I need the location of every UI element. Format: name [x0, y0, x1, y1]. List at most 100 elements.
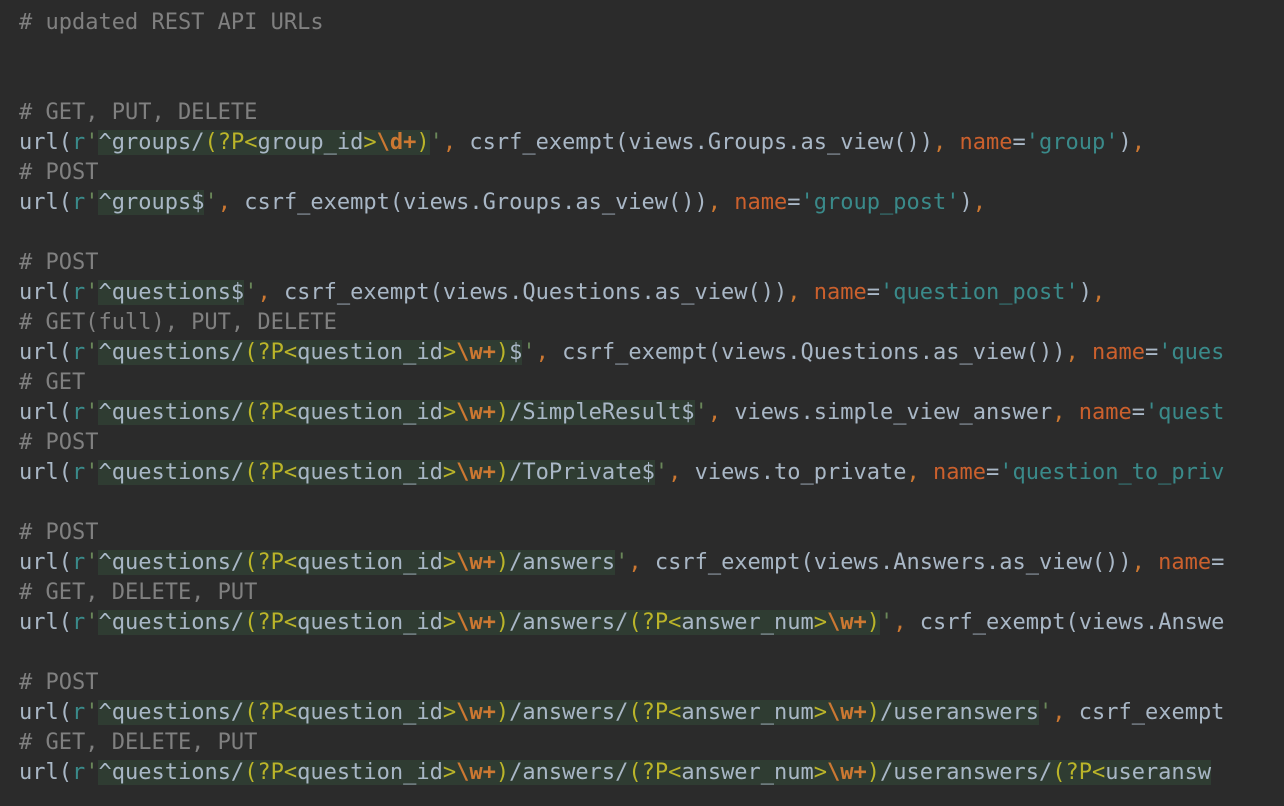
- code-token: =: [866, 280, 880, 305]
- code-line: url(r'^questions/(?P<question_id>\w+)/an…: [19, 698, 1284, 728]
- code-token: r: [71, 280, 86, 305]
- code-token: # GET, DELETE, PUT: [19, 580, 258, 605]
- code-token: ,: [442, 130, 470, 155]
- code-token: 'quest: [1144, 400, 1225, 425]
- code-token: url(: [19, 700, 72, 725]
- code-token: question_id: [297, 610, 443, 635]
- code-token: r: [71, 550, 86, 575]
- code-token: ): [495, 400, 510, 425]
- code-token: ': [880, 610, 894, 635]
- code-token: ^questions$: [98, 280, 245, 305]
- code-token: r: [71, 760, 86, 785]
- code-token: name: [813, 280, 867, 305]
- code-line: # POST: [19, 518, 1284, 548]
- code-line: # updated REST API URLs: [19, 8, 1284, 38]
- code-token: csrf_exempt(views.Groups.as_view()): [469, 130, 933, 155]
- code-token: \w+: [456, 460, 496, 485]
- code-token: ,: [893, 610, 920, 635]
- code-token: ,: [707, 400, 735, 425]
- code-token: csrf_exempt(views.Answe: [919, 610, 1225, 635]
- code-token: name: [1078, 400, 1132, 425]
- code-token: # POST: [19, 520, 99, 545]
- code-token: \w+: [827, 760, 867, 785]
- code-token: >: [363, 130, 377, 155]
- code-token: csrf_exempt(views.Questions.as_view()): [562, 340, 1066, 365]
- code-token: (?P<: [244, 460, 298, 485]
- code-token: ': [85, 130, 99, 155]
- code-token: ^questions/: [98, 550, 245, 575]
- code-token: >: [442, 340, 457, 365]
- code-editor[interactable]: # updated REST API URLs # GET, PUT, DELET…: [19, 8, 1284, 788]
- code-token: ,: [1091, 280, 1106, 305]
- code-token: ': [85, 700, 99, 725]
- code-token: ^groups$: [98, 190, 205, 215]
- code-token: ): [495, 340, 510, 365]
- code-token: ': [204, 190, 218, 215]
- code-token: url(: [19, 280, 72, 305]
- code-token: question_id: [297, 760, 443, 785]
- code-token: 'question_to_priv: [999, 460, 1225, 485]
- code-token: # GET, DELETE, PUT: [19, 730, 258, 755]
- code-token: name: [1091, 340, 1145, 365]
- code-token: ': [85, 280, 99, 305]
- code-token: # POST: [19, 670, 99, 695]
- code-token: ^questions/: [98, 340, 245, 365]
- code-token: (?P<: [244, 700, 298, 725]
- code-token: r: [71, 460, 86, 485]
- code-token: \d+: [376, 130, 417, 155]
- code-token: =: [985, 460, 1000, 485]
- code-token: >: [442, 610, 457, 635]
- code-token: url(: [19, 340, 72, 365]
- code-token: r: [71, 340, 86, 365]
- code-token: # updated REST API URLs: [19, 10, 324, 35]
- code-token: >: [813, 760, 828, 785]
- code-token: ': [85, 460, 99, 485]
- code-token: question_id: [297, 400, 443, 425]
- code-token: ,: [906, 460, 933, 485]
- code-token: # GET(full), PUT, DELETE: [19, 310, 337, 335]
- code-token: \w+: [827, 610, 867, 635]
- code-token: ^questions/: [98, 760, 245, 785]
- code-token: url(: [19, 760, 72, 785]
- code-line: url(r'^questions/(?P<question_id>\w+)/an…: [19, 608, 1284, 638]
- code-token: (?P<: [244, 760, 298, 785]
- code-line: url(r'^questions$', csrf_exempt(views.Qu…: [19, 278, 1284, 308]
- code-token: ': [1038, 700, 1053, 725]
- code-token: (?P<: [628, 760, 682, 785]
- code-token: url(: [19, 550, 72, 575]
- code-token: ): [1118, 130, 1132, 155]
- code-token: (?P<: [244, 400, 298, 425]
- code-token: question_id: [297, 460, 443, 485]
- code-token: >: [813, 610, 828, 635]
- code-token: (?P<: [244, 550, 298, 575]
- code-token: ': [85, 400, 99, 425]
- code-token: url(: [19, 130, 72, 155]
- code-token: # POST: [19, 160, 99, 185]
- code-token: >: [442, 400, 457, 425]
- code-token: csrf_exempt(views.Groups.as_view()): [244, 190, 708, 215]
- code-line: # POST: [19, 668, 1284, 698]
- code-token: >: [813, 700, 828, 725]
- code-token: ': [85, 550, 99, 575]
- code-token: answer_num: [681, 700, 814, 725]
- code-token: r: [71, 400, 86, 425]
- code-token: name: [1158, 550, 1212, 575]
- code-token: ': [615, 550, 629, 575]
- code-token: =: [1144, 340, 1159, 365]
- code-token: ): [495, 610, 510, 635]
- code-token: # POST: [19, 250, 99, 275]
- code-token: ,: [1052, 400, 1079, 425]
- code-token: ^questions/: [98, 700, 245, 725]
- code-token: 'group_post': [800, 190, 960, 215]
- code-token: ): [495, 700, 510, 725]
- code-token: \w+: [456, 550, 496, 575]
- code-token: \w+: [456, 400, 496, 425]
- code-token: ': [85, 340, 99, 365]
- code-line: # POST: [19, 158, 1284, 188]
- code-token: \w+: [456, 700, 496, 725]
- code-token: views.to_private: [694, 460, 907, 485]
- code-token: /answers/: [509, 610, 629, 635]
- code-token: ): [495, 550, 510, 575]
